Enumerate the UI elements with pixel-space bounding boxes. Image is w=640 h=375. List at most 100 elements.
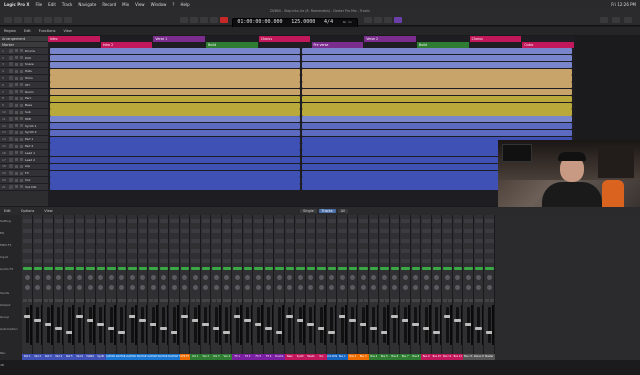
plugin-slot[interactable] (411, 259, 420, 263)
mixer-button[interactable] (54, 17, 62, 23)
region[interactable] (302, 55, 572, 62)
app-menu[interactable]: Logic Pro X (4, 2, 29, 7)
pan-knob[interactable] (392, 285, 397, 290)
mute-button[interactable] (15, 151, 18, 155)
solo-button[interactable] (290, 299, 294, 302)
solo-button[interactable] (384, 299, 389, 302)
plugin-slot[interactable] (474, 229, 483, 233)
volume-fader[interactable] (57, 307, 60, 343)
solo-button[interactable] (405, 299, 410, 302)
pan-knob[interactable] (486, 285, 492, 290)
region[interactable] (302, 95, 572, 103)
region[interactable] (302, 123, 572, 130)
region[interactable] (302, 48, 572, 55)
send-knob[interactable] (266, 275, 271, 280)
send-knob[interactable] (182, 275, 187, 280)
volume-fader[interactable] (120, 307, 123, 343)
plugin-slot[interactable] (453, 229, 462, 233)
send-knob[interactable] (35, 275, 40, 280)
solo-button[interactable] (132, 299, 137, 302)
channel-name[interactable]: Bus 10 (431, 354, 442, 360)
volume-fader[interactable] (403, 307, 407, 343)
plugin-slot[interactable] (96, 219, 105, 223)
plugin-slot[interactable] (65, 259, 74, 263)
mute-button[interactable] (15, 130, 18, 134)
plugin-slot[interactable] (96, 249, 105, 253)
plugin-slot[interactable] (453, 219, 462, 223)
mute-button[interactable] (15, 110, 18, 114)
plugin-slot[interactable] (23, 259, 32, 263)
notepad-button[interactable] (600, 17, 608, 23)
mute-button[interactable] (285, 299, 290, 302)
mute-button[interactable] (15, 117, 18, 121)
plugin-slot[interactable] (117, 259, 126, 263)
mute-button[interactable] (159, 299, 164, 302)
plugin-slot[interactable] (348, 229, 357, 233)
plugin-slot[interactable] (369, 239, 378, 243)
plugin-slot[interactable] (170, 239, 179, 243)
mute-button[interactable] (369, 299, 374, 302)
solo-button[interactable] (20, 178, 23, 182)
solo-button[interactable] (20, 171, 23, 175)
mute-button[interactable] (15, 103, 18, 107)
plugin-slot[interactable] (401, 229, 410, 233)
channel-name[interactable]: GUITAR 7 (169, 354, 180, 360)
play-button[interactable] (210, 17, 218, 23)
solo-button[interactable] (164, 299, 168, 302)
plugin-slot[interactable] (264, 249, 273, 253)
solo-button[interactable] (174, 299, 179, 302)
group-indicator[interactable] (159, 267, 168, 270)
channel-name[interactable]: FX 2 (242, 354, 253, 360)
editors-button[interactable] (64, 17, 72, 23)
plugin-slot[interactable] (170, 259, 179, 263)
solo-button[interactable] (395, 299, 399, 302)
volume-fader[interactable] (382, 307, 386, 343)
region[interactable] (302, 116, 572, 123)
solo-button[interactable] (20, 117, 23, 121)
plugin-slot[interactable] (54, 219, 63, 223)
solo-button[interactable] (101, 299, 105, 302)
plugin-slot[interactable] (54, 239, 63, 243)
plugin-slot[interactable] (306, 219, 315, 223)
plugin-slot[interactable] (338, 229, 347, 233)
region[interactable] (50, 136, 300, 143)
plugin-slot[interactable] (243, 219, 252, 223)
mute-button[interactable] (296, 299, 300, 302)
track-lane[interactable] (48, 68, 575, 75)
solo-button[interactable] (59, 299, 63, 302)
send-knob[interactable] (413, 275, 418, 280)
track-lane[interactable] (48, 48, 575, 55)
plugin-slot[interactable] (138, 259, 147, 263)
volume-fader[interactable] (162, 307, 165, 343)
mute-button[interactable] (212, 299, 216, 302)
mute-button[interactable] (306, 299, 311, 302)
plugin-slot[interactable] (464, 259, 473, 263)
plugin-slot[interactable] (359, 219, 368, 223)
track-header[interactable]: 13 Synth 2 (0, 129, 48, 137)
volume-fader[interactable] (130, 307, 134, 343)
send-knob[interactable] (434, 275, 439, 280)
group-indicator[interactable] (243, 267, 252, 270)
solo-button[interactable] (38, 299, 42, 302)
plugin-slot[interactable] (327, 239, 336, 243)
plugin-slot[interactable] (65, 249, 74, 253)
plugin-slot[interactable] (390, 219, 399, 223)
pan-knob[interactable] (108, 285, 114, 290)
plugin-slot[interactable] (348, 259, 357, 263)
plugin-slot[interactable] (96, 229, 105, 233)
group-indicator[interactable] (285, 267, 294, 270)
mute-button[interactable] (96, 299, 101, 302)
channel-name[interactable]: Pad 5 (64, 354, 75, 360)
region[interactable] (302, 89, 572, 96)
pan-knob[interactable] (360, 285, 366, 290)
channel-name[interactable]: Bus 3 (358, 354, 369, 360)
track-lane[interactable] (48, 150, 575, 157)
plugin-slot[interactable] (306, 249, 315, 253)
solo-button[interactable] (300, 299, 305, 302)
plugin-slot[interactable] (86, 249, 95, 253)
plugin-slot[interactable] (180, 249, 189, 253)
plugin-slot[interactable] (432, 239, 441, 243)
plugin-slot[interactable] (464, 239, 473, 243)
solo-button[interactable] (468, 299, 473, 302)
plugin-slot[interactable] (191, 229, 200, 233)
